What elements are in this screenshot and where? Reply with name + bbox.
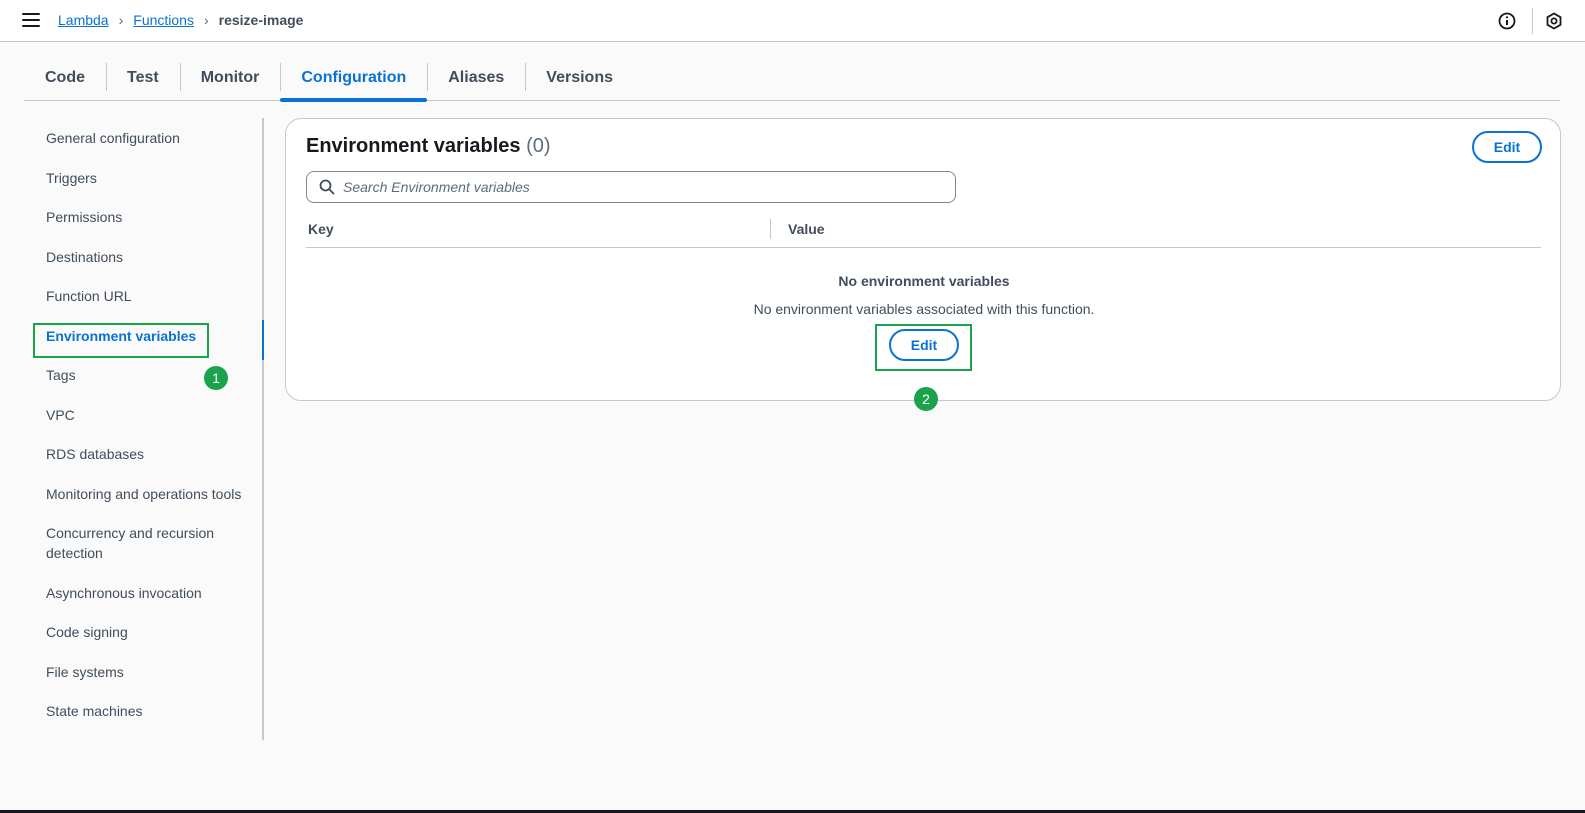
breadcrumb: Lambda › Functions › resize-image bbox=[58, 12, 303, 28]
sidebar-item-concurrency[interactable]: Concurrency and recursion detection bbox=[46, 523, 236, 563]
tab-test[interactable]: Test bbox=[106, 56, 180, 100]
step-badge-1: 1 bbox=[204, 366, 228, 390]
sidebar-item-code-signing[interactable]: Code signing bbox=[46, 622, 256, 642]
empty-state-title: No environment variables bbox=[838, 273, 1010, 289]
search-box bbox=[306, 171, 956, 203]
breadcrumb-lambda[interactable]: Lambda bbox=[58, 12, 109, 28]
settings-icon[interactable] bbox=[1544, 11, 1564, 31]
sidebar-item-function-url[interactable]: Function URL bbox=[46, 286, 256, 306]
sidebar-item-async-invocation[interactable]: Asynchronous invocation bbox=[46, 583, 256, 603]
highlight-box-step2 bbox=[875, 324, 972, 371]
tab-configuration[interactable]: Configuration bbox=[280, 56, 428, 102]
panel-count: (0) bbox=[526, 135, 551, 157]
step-badge-2: 2 bbox=[914, 387, 938, 411]
sidebar-item-vpc[interactable]: VPC bbox=[46, 405, 256, 425]
search-input[interactable] bbox=[343, 179, 943, 195]
chevron-right-icon: › bbox=[203, 12, 209, 28]
hamburger-menu-icon[interactable] bbox=[22, 13, 40, 29]
sidebar-item-rds-databases[interactable]: RDS databases bbox=[46, 444, 256, 464]
breadcrumb-current: resize-image bbox=[218, 12, 304, 28]
chevron-right-icon: › bbox=[118, 12, 124, 28]
function-tabs: Code Test Monitor Configuration Aliases … bbox=[24, 56, 1560, 102]
sidebar-item-triggers[interactable]: Triggers bbox=[46, 168, 256, 188]
tab-versions[interactable]: Versions bbox=[525, 56, 634, 100]
tab-code[interactable]: Code bbox=[24, 56, 106, 100]
info-icon[interactable] bbox=[1497, 11, 1517, 31]
sidebar-item-file-systems[interactable]: File systems bbox=[46, 662, 256, 682]
sidebar-item-general-configuration[interactable]: General configuration bbox=[46, 128, 256, 148]
highlight-box-step1 bbox=[33, 323, 209, 358]
edit-button-header[interactable]: Edit bbox=[1472, 131, 1542, 163]
sidebar-item-permissions[interactable]: Permissions bbox=[46, 207, 256, 227]
search-icon bbox=[319, 179, 335, 195]
sidebar-item-state-machines[interactable]: State machines bbox=[46, 701, 256, 721]
table-header-divider bbox=[306, 247, 1541, 248]
empty-state-description: No environment variables associated with… bbox=[753, 301, 1095, 317]
panel-title-text: Environment variables bbox=[306, 135, 521, 157]
tab-monitor[interactable]: Monitor bbox=[179, 56, 281, 100]
active-indicator bbox=[262, 320, 264, 360]
column-header-key[interactable]: Key bbox=[308, 221, 334, 237]
configuration-side-navigation: General configuration Triggers Permissio… bbox=[30, 118, 264, 740]
tab-aliases[interactable]: Aliases bbox=[427, 56, 525, 100]
breadcrumb-functions[interactable]: Functions bbox=[133, 12, 194, 28]
panel-title: Environment variables (0) bbox=[306, 135, 551, 158]
divider bbox=[1532, 8, 1533, 34]
top-navigation-bar: Lambda › Functions › resize-image bbox=[0, 0, 1585, 42]
sidebar-item-destinations[interactable]: Destinations bbox=[46, 247, 256, 267]
sidebar-item-monitoring[interactable]: Monitoring and operations tools bbox=[46, 484, 256, 504]
column-header-value[interactable]: Value bbox=[788, 221, 825, 237]
column-resizer[interactable] bbox=[770, 219, 771, 239]
